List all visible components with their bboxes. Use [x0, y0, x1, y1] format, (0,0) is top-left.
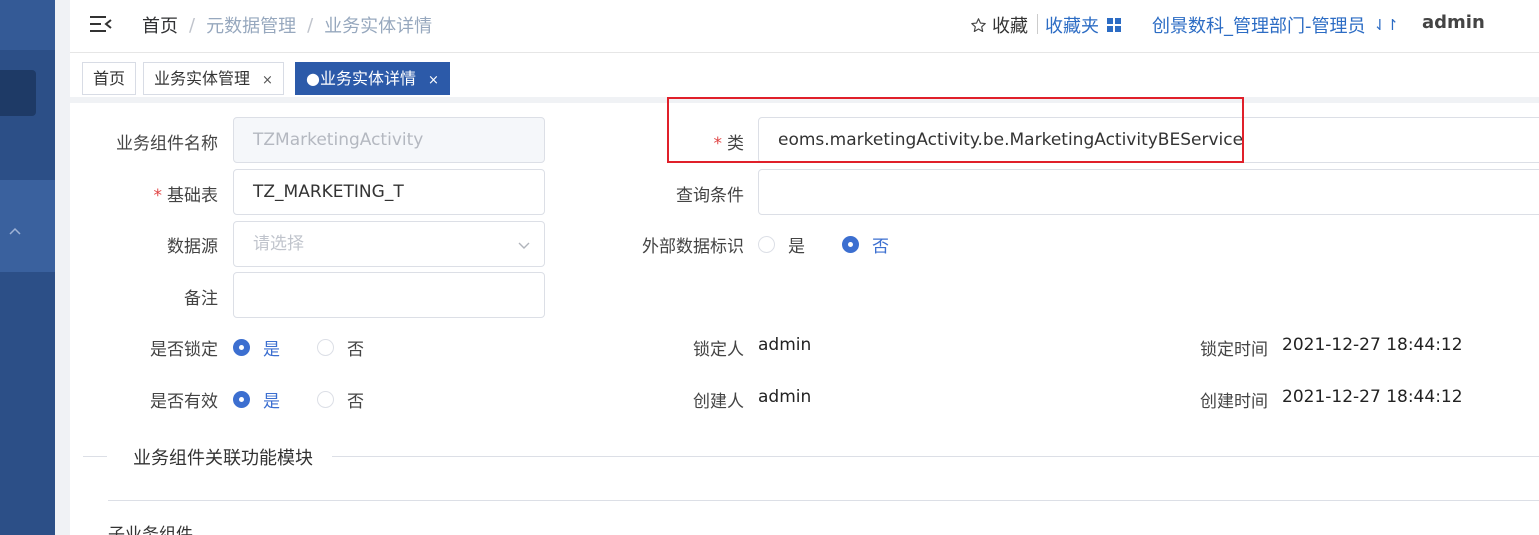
section-title: 业务组件关联功能模块 — [133, 444, 313, 470]
tab-entity-management[interactable]: 业务实体管理 × — [143, 62, 284, 95]
datasource-select[interactable]: 请选择 — [233, 221, 545, 267]
radio-label: 是 — [263, 340, 280, 360]
radio-label: 否 — [347, 392, 364, 412]
star-icon — [971, 17, 986, 32]
remark-label: 备注 — [184, 289, 218, 309]
create-time-label: 创建时间 — [1200, 392, 1268, 412]
creator-label: 创建人 — [693, 392, 744, 412]
menu-fold-icon[interactable] — [90, 14, 112, 34]
radio-label: 否 — [872, 237, 889, 257]
valid-label: 是否有效 — [150, 392, 218, 412]
external-flag-no-radio[interactable]: 否 — [842, 232, 889, 257]
valid-no-radio[interactable]: 否 — [317, 387, 364, 412]
radio-circle — [317, 391, 334, 408]
subsection-divider — [108, 500, 1539, 501]
tags-view: 首页 业务实体管理 × ●业务实体详情 × — [70, 52, 1539, 97]
radio-circle — [317, 339, 334, 356]
swap-icon: ⇃↾ — [1373, 16, 1399, 34]
query-condition-input[interactable] — [758, 169, 1539, 215]
required-mark: * — [713, 134, 723, 154]
breadcrumb-metadata[interactable]: 元数据管理 — [206, 12, 296, 38]
component-name-input[interactable]: TZMarketingActivity — [233, 117, 545, 163]
locked-label: 是否锁定 — [150, 340, 218, 360]
sidebar-item-active[interactable] — [0, 70, 36, 116]
subsection-title: 子业务组件 — [108, 525, 193, 535]
favorites-folder-button[interactable]: 收藏夹 — [1045, 12, 1121, 38]
class-label-text: 类 — [727, 134, 744, 154]
required-mark: * — [153, 186, 163, 206]
query-condition-label: 查询条件 — [676, 186, 744, 206]
locked-yes-radio[interactable]: 是 — [233, 335, 280, 360]
radio-circle — [233, 391, 250, 408]
breadcrumb-home[interactable]: 首页 — [142, 12, 178, 38]
external-flag-yes-radio[interactable]: 是 — [758, 232, 805, 257]
locker-value: admin — [758, 335, 812, 355]
locked-no-radio[interactable]: 否 — [317, 335, 364, 360]
valid-yes-radio[interactable]: 是 — [233, 387, 280, 412]
grid-icon — [1107, 18, 1121, 32]
header-divider — [1037, 14, 1038, 34]
breadcrumb-separator: / — [307, 14, 314, 36]
tab-home[interactable]: 首页 — [82, 62, 137, 95]
create-time-value: 2021-12-27 18:44:12 — [1282, 387, 1463, 407]
radio-circle — [233, 339, 250, 356]
user-menu[interactable]: admin — [1422, 12, 1485, 33]
radio-circle — [758, 236, 775, 253]
tab-label: 首页 — [93, 69, 126, 88]
remark-input[interactable] — [233, 272, 545, 318]
radio-label: 是 — [788, 237, 805, 257]
favorites-folder-label: 收藏夹 — [1045, 16, 1099, 37]
base-table-label: * 基础表 — [70, 181, 219, 206]
tab-label: 业务实体管理 — [154, 69, 251, 88]
favorite-label: 收藏 — [992, 16, 1028, 37]
section-divider-right — [332, 456, 1539, 457]
breadcrumb-current: 业务实体详情 — [324, 16, 433, 37]
lock-time-value: 2021-12-27 18:44:12 — [1282, 335, 1463, 355]
username: admin — [1422, 12, 1485, 33]
breadcrumb: 首页 / 元数据管理 / 业务实体详情 — [142, 12, 432, 38]
radio-circle — [842, 236, 859, 253]
creator-value: admin — [758, 387, 812, 407]
sidebar — [0, 0, 55, 535]
tab-entity-detail[interactable]: ●业务实体详情 × — [295, 62, 450, 95]
close-icon[interactable]: × — [428, 73, 439, 88]
radio-label: 否 — [347, 340, 364, 360]
datasource-placeholder: 请选择 — [253, 234, 304, 254]
datasource-label: 数据源 — [167, 237, 218, 257]
component-name-label: 业务组件名称 — [116, 134, 218, 154]
chevron-up-icon[interactable] — [9, 226, 21, 238]
close-icon[interactable]: × — [262, 73, 273, 88]
org-label: 创景数科_管理部门-管理员 — [1152, 16, 1366, 37]
chevron-down-icon — [518, 242, 530, 249]
base-table-input[interactable]: TZ_MARKETING_T — [233, 169, 545, 215]
base-table-label-text: 基础表 — [167, 186, 218, 206]
breadcrumb-separator: / — [189, 14, 196, 36]
class-input[interactable]: eoms.marketingActivity.be.MarketingActiv… — [758, 117, 1539, 163]
class-label: * 类 — [630, 129, 745, 154]
section-divider-left — [83, 456, 107, 457]
locker-label: 锁定人 — [693, 340, 744, 360]
tab-label: ●业务实体详情 — [306, 69, 416, 88]
sidebar-logo-area — [0, 0, 55, 50]
radio-label: 是 — [263, 392, 280, 412]
header: 首页 / 元数据管理 / 业务实体详情 收藏 收藏夹 创景数科_管理部门-管理员… — [70, 0, 1539, 52]
favorite-button[interactable]: 收藏 — [970, 12, 1028, 38]
lock-time-label: 锁定时间 — [1200, 340, 1268, 360]
external-flag-label: 外部数据标识 — [642, 237, 744, 257]
org-switcher[interactable]: 创景数科_管理部门-管理员 ⇃↾ — [1152, 12, 1399, 38]
detail-form: 业务组件名称 TZMarketingActivity * 类 eoms.marke… — [70, 97, 1539, 535]
